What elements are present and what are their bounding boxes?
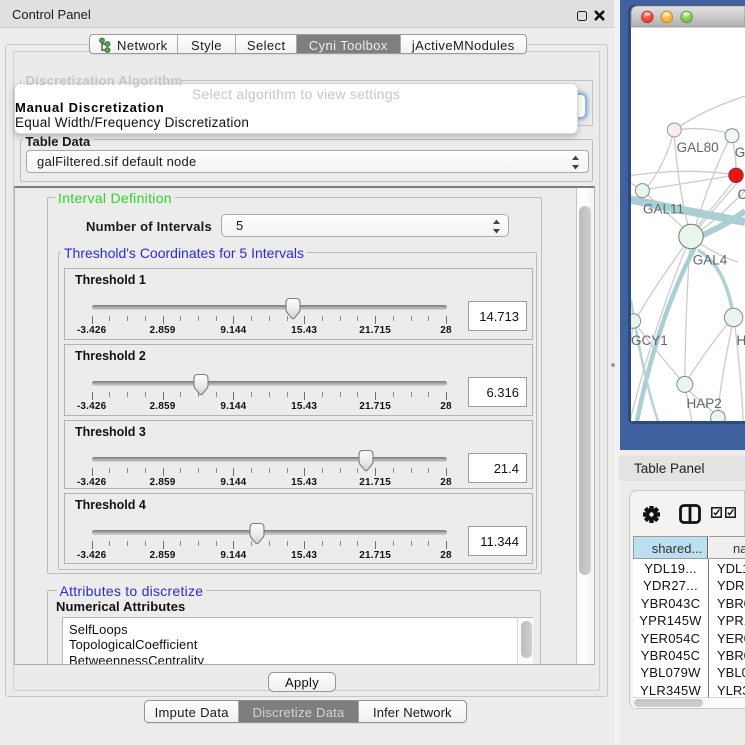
svg-text:GAL11: GAL11: [643, 202, 684, 217]
svg-text:GA: GA: [735, 145, 745, 160]
svg-text:GAL80: GAL80: [677, 140, 719, 155]
svg-text:H: H: [737, 333, 745, 348]
svg-text:GAL4: GAL4: [693, 253, 728, 268]
svg-text:C: C: [738, 187, 745, 202]
svg-text:GCY1: GCY1: [631, 333, 668, 348]
svg-text:HAP2: HAP2: [687, 396, 722, 411]
